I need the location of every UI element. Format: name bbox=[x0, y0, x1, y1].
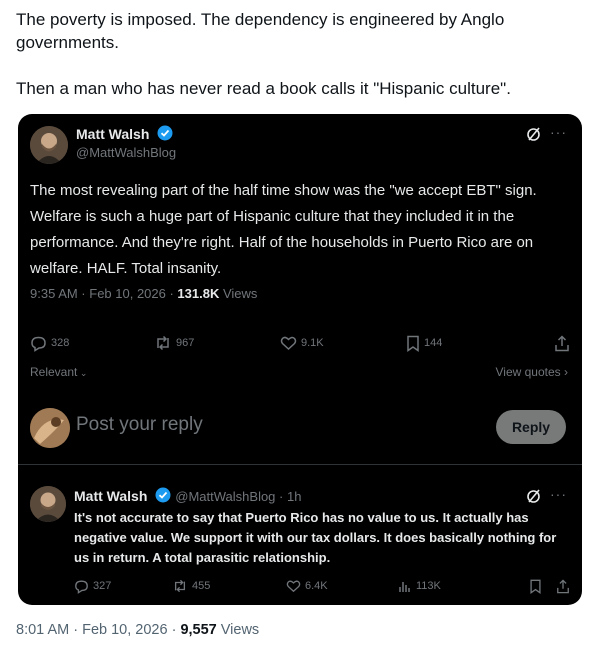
quoted-views-label: Views bbox=[219, 286, 258, 301]
repost-action[interactable]: 455 bbox=[172, 579, 286, 593]
like-count: 6.4K bbox=[305, 580, 328, 592]
repost-icon bbox=[157, 335, 169, 351]
divider bbox=[18, 464, 582, 465]
reply-icon bbox=[31, 336, 46, 352]
chevron-right-icon: › bbox=[560, 365, 568, 379]
verified-icon bbox=[157, 125, 173, 146]
user-avatar[interactable] bbox=[30, 408, 70, 448]
repost-icon bbox=[174, 579, 186, 593]
views-action[interactable]: 113K bbox=[398, 579, 508, 593]
quoted-views-count: 131.8K bbox=[177, 286, 220, 301]
reply-actions: 327 455 6.4K 113K bbox=[74, 575, 570, 597]
reply-text: It's not accurate to say that Puerto Ric… bbox=[74, 510, 557, 565]
reply-icon bbox=[75, 580, 88, 594]
view-quotes-label: View quotes bbox=[495, 365, 561, 379]
like-icon bbox=[286, 580, 301, 593]
reply-side-actions bbox=[529, 578, 570, 594]
share-action[interactable] bbox=[554, 334, 570, 352]
like-icon bbox=[280, 336, 297, 351]
post-text: The poverty is imposed. The dependency i… bbox=[16, 8, 576, 100]
post-views-count: 9,557 bbox=[180, 622, 217, 638]
quoted-tweet-meta: 9:35 AM · Feb 10, 2026 · 131.8K Views bbox=[30, 286, 257, 301]
bookmark-count: 144 bbox=[424, 337, 443, 349]
verified-icon bbox=[155, 487, 171, 508]
views-icon bbox=[399, 582, 410, 592]
grok-icon[interactable] bbox=[526, 126, 542, 145]
author-handle[interactable]: @MattWalshBlog bbox=[76, 145, 176, 160]
quoted-tweet-text: The most revealing part of the half time… bbox=[30, 182, 537, 277]
bookmark-icon[interactable] bbox=[529, 579, 542, 594]
sort-label: Relevant bbox=[30, 365, 78, 379]
more-icon[interactable]: ··· bbox=[550, 124, 567, 140]
repost-action[interactable]: 967 bbox=[154, 335, 280, 351]
quoted-actions: 328 967 9.1K 144 bbox=[30, 332, 570, 354]
avatar[interactable] bbox=[30, 126, 68, 164]
reply-input[interactable]: Post your reply bbox=[76, 414, 203, 436]
like-action[interactable]: 9.1K bbox=[280, 335, 406, 351]
post-paragraph-1: The poverty is imposed. The dependency i… bbox=[16, 10, 505, 52]
reply-action[interactable]: 327 bbox=[74, 579, 172, 594]
reply-author-handle[interactable]: @MattWalshBlog · 1h bbox=[175, 489, 301, 504]
sort-relevant[interactable]: Relevant ⌄ bbox=[30, 365, 87, 379]
reply-count: 327 bbox=[93, 580, 112, 592]
reply-count: 328 bbox=[51, 337, 70, 349]
author-name[interactable]: Matt Walsh bbox=[76, 126, 149, 142]
quote-thread-card[interactable]: Matt Walsh @MattWalshBlog ··· The most r… bbox=[18, 114, 582, 605]
repost-count: 967 bbox=[176, 337, 195, 349]
share-icon[interactable] bbox=[556, 578, 570, 594]
grok-icon[interactable] bbox=[526, 488, 542, 507]
post-meta: 8:01 AM · Feb 10, 2026 · 9,557 Views bbox=[16, 622, 259, 638]
chevron-down-icon: ⌄ bbox=[77, 368, 88, 378]
post-time[interactable]: 8:01 AM · Feb 10, 2026 · bbox=[16, 622, 180, 638]
post-views-label: Views bbox=[216, 622, 260, 638]
post-paragraph-2: Then a man who has never read a book cal… bbox=[16, 79, 511, 98]
bookmark-icon bbox=[407, 335, 419, 352]
reply-author[interactable]: Matt Walsh @MattWalshBlog · 1h bbox=[74, 487, 301, 508]
quoted-tweet-time[interactable]: 9:35 AM · Feb 10, 2026 · bbox=[30, 286, 177, 301]
more-icon[interactable]: ··· bbox=[550, 486, 567, 502]
reply-action[interactable]: 328 bbox=[30, 335, 154, 352]
repost-count: 455 bbox=[192, 580, 211, 592]
views-count: 113K bbox=[416, 580, 441, 592]
reply-button[interactable]: Reply bbox=[496, 410, 566, 444]
view-quotes-link[interactable]: View quotes › bbox=[496, 365, 569, 379]
bookmark-action[interactable]: 144 bbox=[406, 335, 526, 352]
reply-author-name[interactable]: Matt Walsh bbox=[74, 488, 147, 504]
reply-avatar[interactable] bbox=[30, 486, 66, 522]
share-icon bbox=[555, 334, 569, 351]
quoted-author[interactable]: Matt Walsh bbox=[76, 125, 173, 146]
like-count: 9.1K bbox=[301, 337, 324, 349]
like-action[interactable]: 6.4K bbox=[286, 579, 398, 593]
